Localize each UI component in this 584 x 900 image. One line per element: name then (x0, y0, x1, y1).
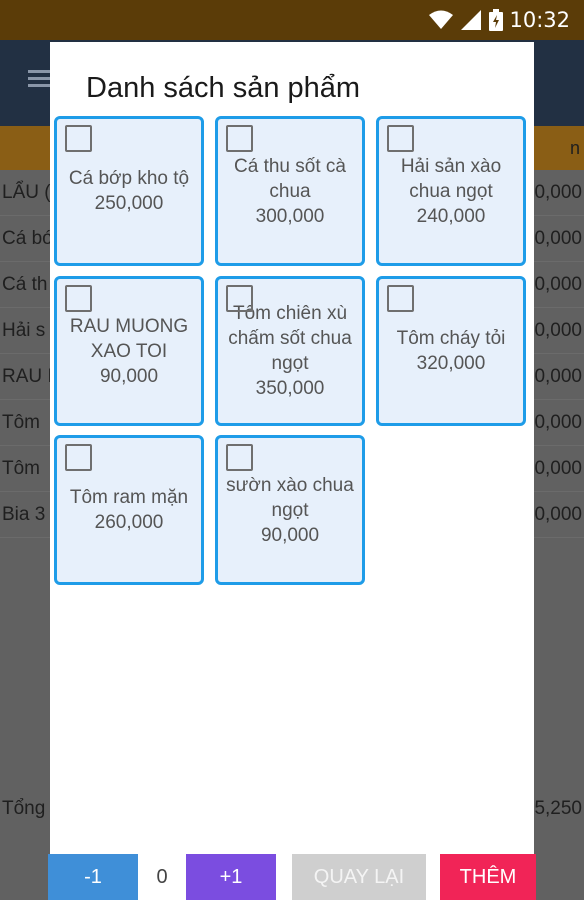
dialog-button-bar: -1 0 +1 QUAY LẠI THÊM (48, 854, 536, 900)
status-bar: 10:32 (0, 0, 584, 40)
product-price: 350,000 (255, 378, 325, 399)
table-header-right: n (569, 138, 580, 158)
product-card[interactable]: sườn xào chua ngọt 90,000 (215, 435, 365, 585)
product-list-dialog: Danh sách sản phẩm Cá bớp kho tộ 250,000 … (48, 42, 536, 900)
product-checkbox[interactable] (65, 125, 92, 152)
product-name: RAU MUONG XAO TOI (69, 315, 189, 362)
product-name: Tôm chiên xù chấm sốt chua ngọt (228, 303, 352, 374)
product-price: 320,000 (416, 353, 486, 374)
product-card[interactable]: Hải sản xào chua ngọt 240,000 (376, 116, 526, 266)
product-checkbox[interactable] (226, 444, 253, 471)
product-card[interactable]: Tôm ram mặn 260,000 (54, 435, 204, 585)
product-name: Tôm cháy tỏi (396, 328, 506, 349)
product-card[interactable]: RAU MUONG XAO TOI 90,000 (54, 276, 204, 426)
product-checkbox[interactable] (387, 285, 414, 312)
product-card[interactable]: Tôm cháy tỏi 320,000 (376, 276, 526, 426)
product-name: Tôm ram mặn (69, 487, 189, 508)
product-checkbox[interactable] (65, 444, 92, 471)
product-price: 300,000 (255, 205, 325, 227)
product-checkbox[interactable] (387, 125, 414, 152)
product-name: sườn xào chua ngọt (226, 474, 354, 521)
product-name: Cá bớp kho tộ (68, 168, 190, 189)
clock: 10:32 (509, 8, 570, 32)
menu-icon[interactable] (28, 70, 50, 88)
product-checkbox[interactable] (65, 285, 92, 312)
product-price: 90,000 (260, 524, 320, 546)
add-button[interactable]: THÊM (440, 854, 536, 900)
signal-icon (461, 10, 482, 30)
product-card[interactable]: Tôm chiên xù chấm sốt chua ngọt 350,000 (215, 276, 365, 426)
product-card[interactable]: Cá bớp kho tộ 250,000 (54, 116, 204, 266)
product-price: 260,000 (94, 512, 164, 533)
product-name: Hải sản xào chua ngọt (400, 155, 502, 202)
back-button[interactable]: QUAY LẠI (292, 854, 426, 900)
total-value: 5,250 (534, 798, 582, 819)
product-price: 250,000 (94, 193, 164, 214)
product-checkbox[interactable] (226, 125, 253, 152)
dialog-title: Danh sách sản phẩm (86, 72, 361, 104)
product-checkbox[interactable] (226, 285, 253, 312)
increment-button[interactable]: +1 (186, 854, 276, 900)
total-label: Tổng (2, 798, 46, 819)
battery-icon (489, 9, 504, 31)
product-card[interactable]: Cá thu sốt cà chua 300,000 (215, 116, 365, 266)
product-price: 240,000 (416, 205, 486, 227)
wifi-icon (429, 10, 454, 29)
decrement-button[interactable]: -1 (48, 854, 138, 900)
quantity-value: 0 (138, 854, 186, 900)
product-price: 90,000 (99, 365, 159, 387)
product-name: Cá thu sốt cà chua (234, 155, 346, 202)
